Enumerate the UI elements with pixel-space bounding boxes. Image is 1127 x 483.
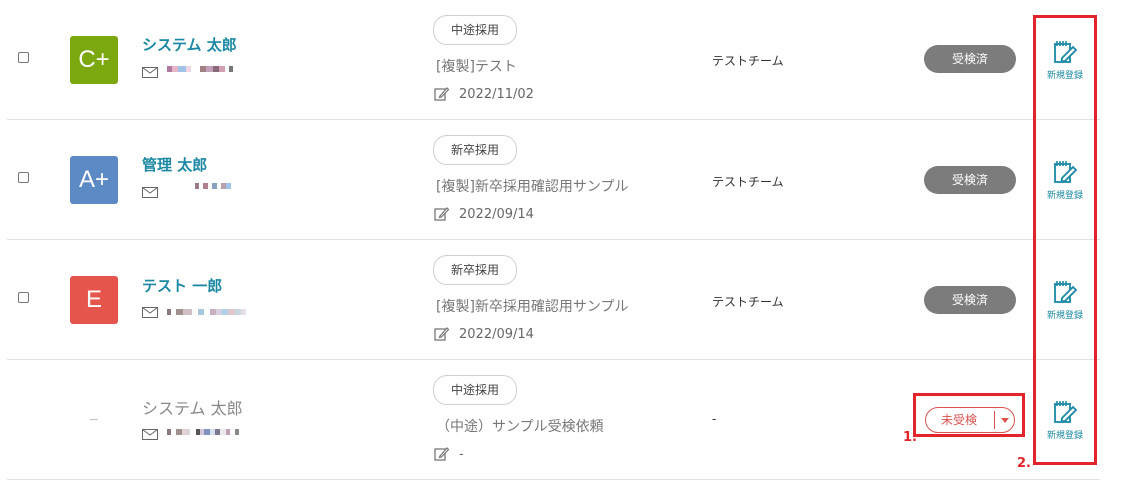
avatar: C+ bbox=[70, 36, 118, 84]
status-badge: 受検済 bbox=[924, 286, 1016, 314]
email-redacted bbox=[167, 429, 239, 435]
hiring-type-badge: 新卒採用 bbox=[433, 135, 518, 165]
exam-title: [複製]新卒採用確認用サンプル bbox=[436, 179, 629, 195]
exam-date: 2022/11/02 bbox=[459, 87, 534, 102]
highlight-box-2 bbox=[1033, 15, 1097, 465]
candidate-name[interactable]: テスト 一郎 bbox=[142, 275, 222, 296]
table-row: E テスト 一郎 新卒採用 [複製]新卒採用確認用サンプル 2022/09/14… bbox=[7, 240, 1100, 360]
team-name: テストチーム bbox=[712, 175, 784, 189]
edit-icon[interactable] bbox=[434, 326, 449, 341]
edit-icon[interactable] bbox=[434, 86, 449, 101]
candidate-name[interactable]: システム 太郎 bbox=[142, 34, 237, 55]
exam-title: [複製]テスト bbox=[436, 59, 517, 75]
exam-title: [複製]新卒採用確認用サンプル bbox=[436, 299, 629, 315]
highlight-label-1: 1. bbox=[903, 430, 917, 445]
avatar: – bbox=[90, 410, 98, 426]
avatar: A+ bbox=[70, 156, 118, 204]
mail-icon bbox=[142, 429, 158, 440]
edit-icon[interactable] bbox=[434, 446, 449, 461]
exam-date: 2022/09/14 bbox=[459, 327, 534, 342]
email-redacted bbox=[167, 66, 233, 72]
exam-title: （中途）サンプル受検依頼 bbox=[436, 419, 604, 435]
exam-date: - bbox=[459, 447, 464, 462]
row-select-checkbox[interactable] bbox=[18, 172, 29, 183]
hiring-type-badge: 新卒採用 bbox=[433, 255, 518, 285]
email-redacted bbox=[195, 183, 231, 189]
hiring-type-badge: 中途採用 bbox=[433, 375, 518, 405]
hiring-type-badge: 中途採用 bbox=[433, 15, 518, 45]
candidate-name: システム 太郎 bbox=[142, 399, 243, 418]
candidate-name[interactable]: 管理 太郎 bbox=[142, 154, 207, 175]
highlight-box-1 bbox=[913, 393, 1025, 437]
table-row: C+ システム 太郎 中途採用 [複製]テスト 2022/11/02 テストチー… bbox=[7, 0, 1100, 120]
highlight-label-2: 2. bbox=[1017, 456, 1031, 471]
row-select-checkbox[interactable] bbox=[18, 292, 29, 303]
exam-date: 2022/09/14 bbox=[459, 207, 534, 222]
mail-icon bbox=[142, 307, 158, 318]
team-name: - bbox=[712, 412, 717, 426]
avatar: E bbox=[70, 276, 118, 324]
mail-icon bbox=[142, 67, 158, 78]
team-name: テストチーム bbox=[712, 295, 784, 309]
mail-icon bbox=[142, 187, 158, 198]
status-badge: 受検済 bbox=[924, 45, 1016, 73]
table-row: A+ 管理 太郎 新卒採用 [複製]新卒採用確認用サンプル 2022/09/14… bbox=[7, 120, 1100, 240]
team-name: テストチーム bbox=[712, 54, 784, 68]
row-select-checkbox[interactable] bbox=[18, 52, 29, 63]
edit-icon[interactable] bbox=[434, 206, 449, 221]
email-redacted bbox=[167, 309, 246, 315]
status-badge: 受検済 bbox=[924, 166, 1016, 194]
